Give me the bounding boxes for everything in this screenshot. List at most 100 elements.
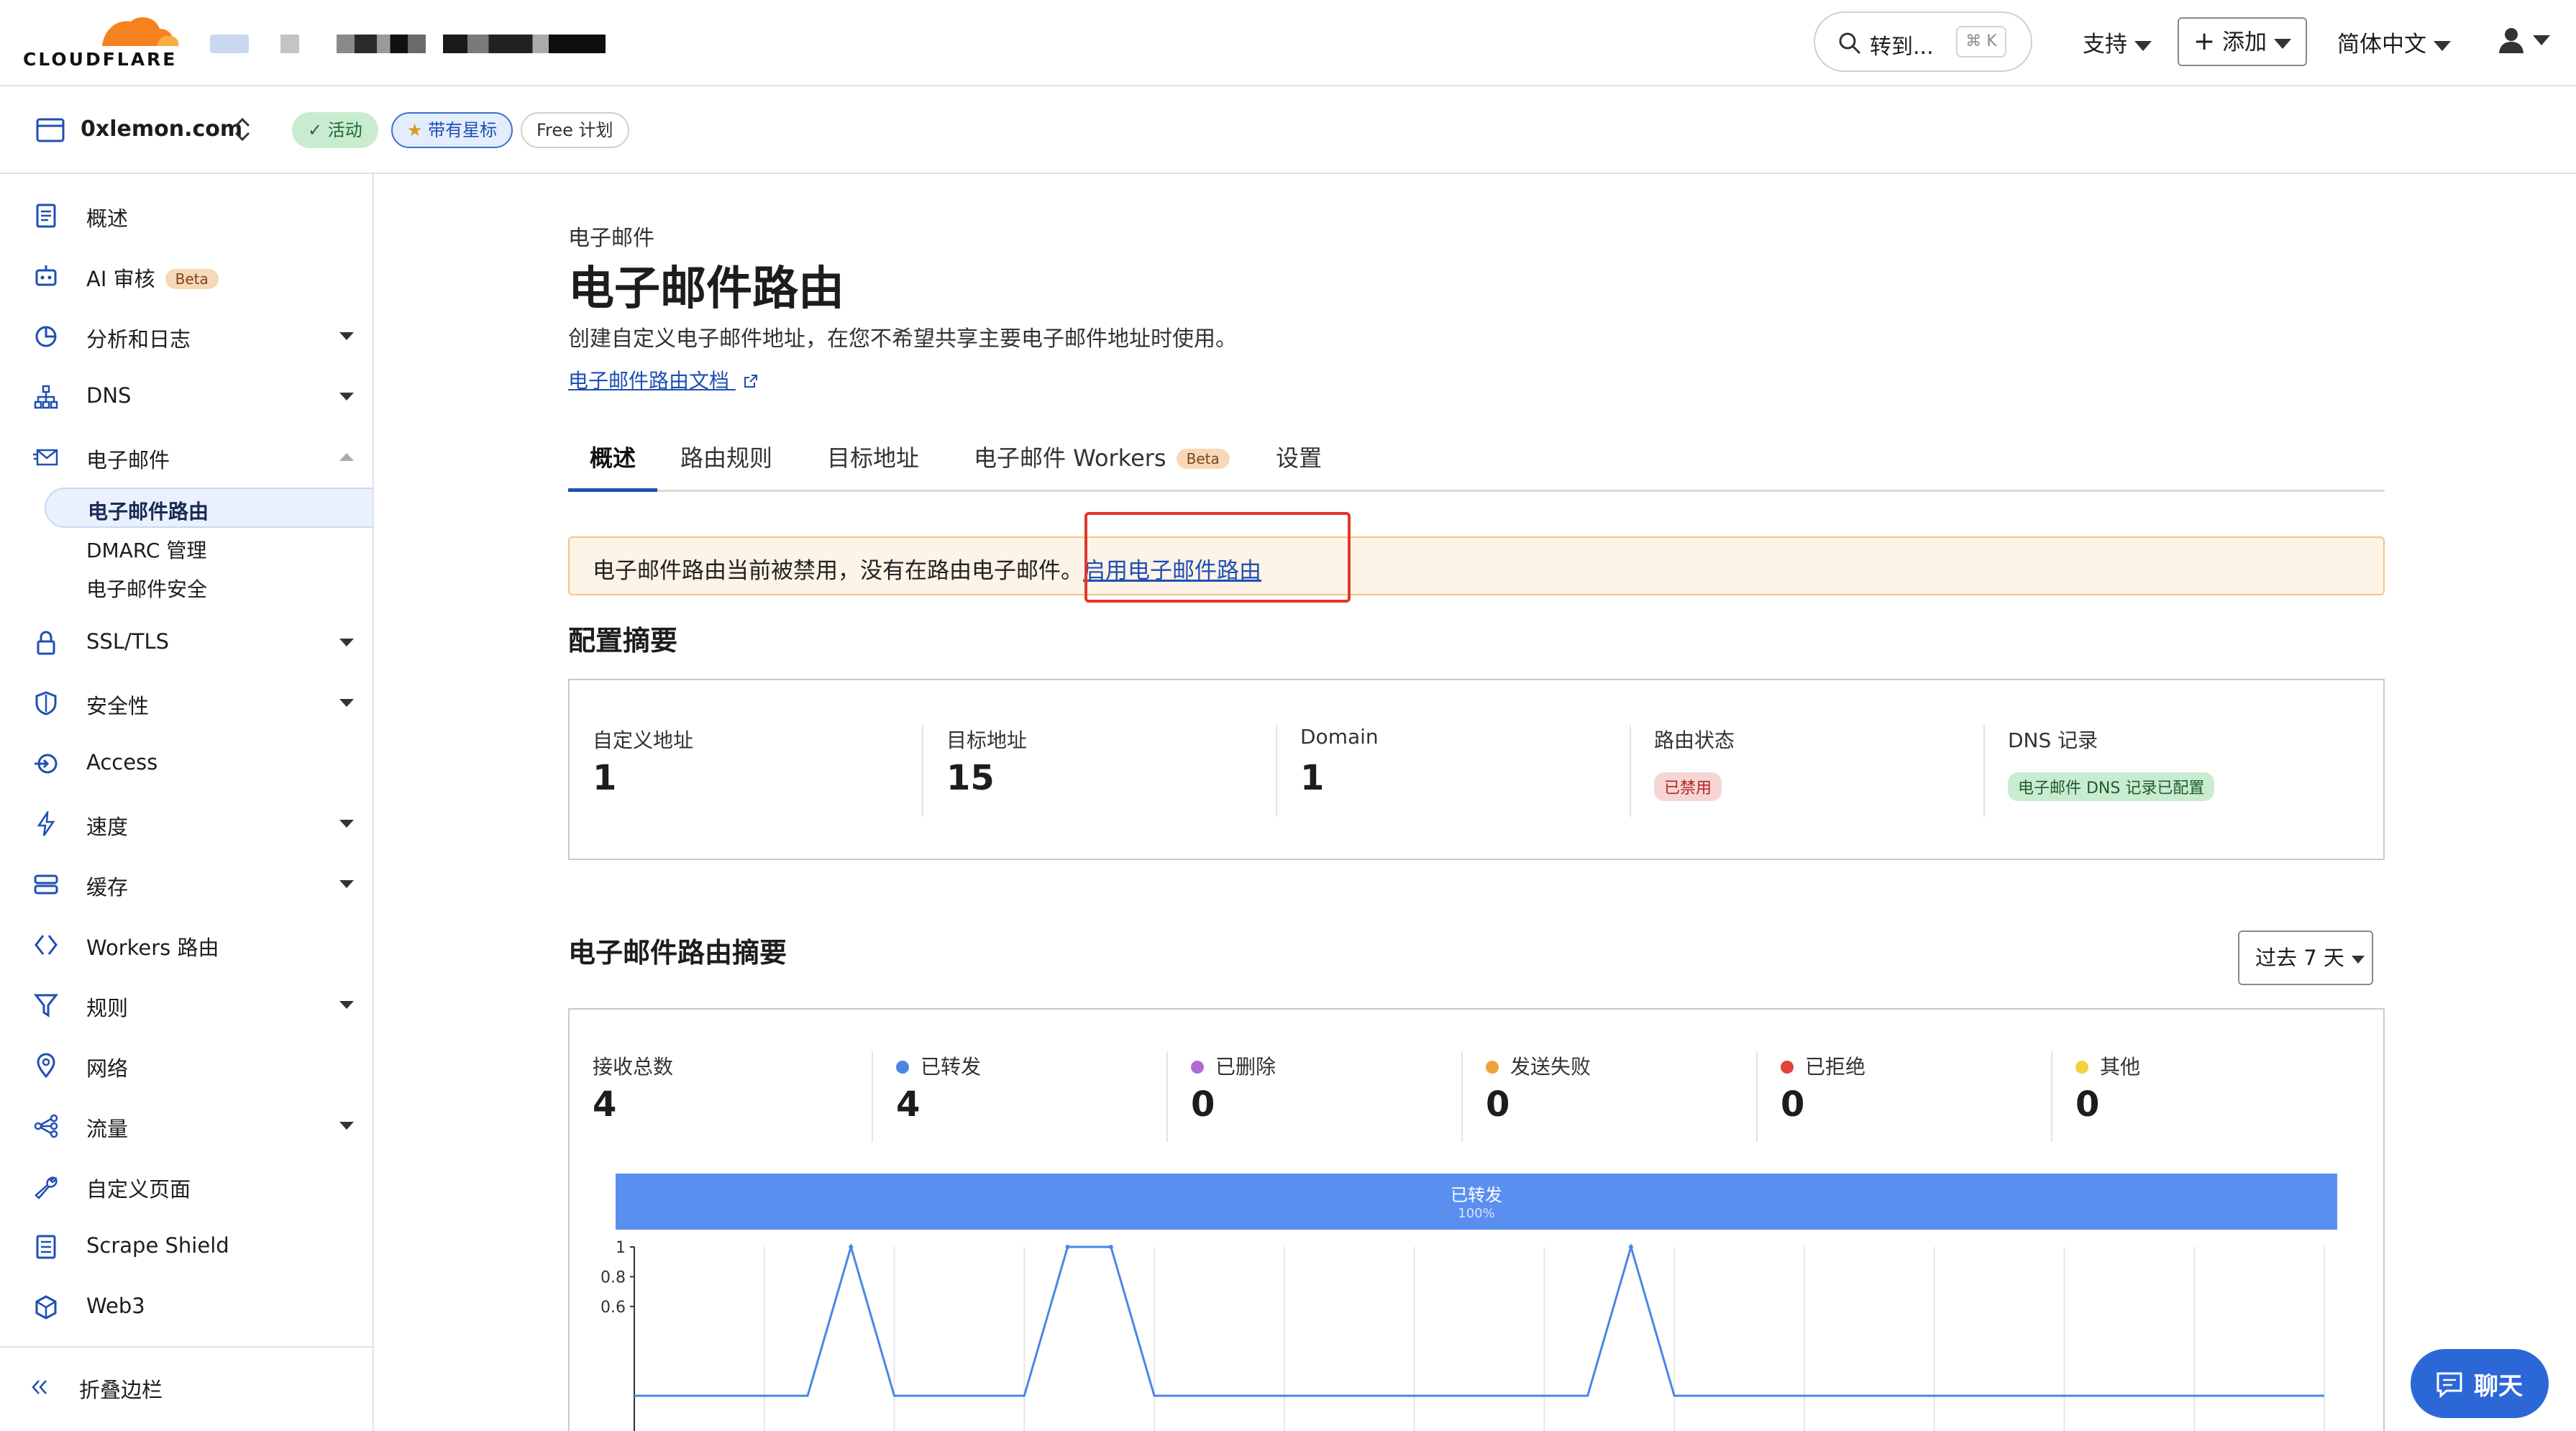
sidebar-subitem-label: 电子邮件安全 <box>86 577 208 601</box>
chart-y-tick-label: 0.8 <box>600 1268 626 1286</box>
docs-link-label: 电子邮件路由文档 <box>568 369 730 393</box>
page-subtitle: 创建自定义电子邮件地址，在您不希望共享主要电子邮件地址时使用。 <box>568 326 1237 352</box>
sidebar-subitem-email-security[interactable]: 电子邮件安全 <box>45 567 373 607</box>
tab-bar: 概述 路由规则 目标地址 电子邮件 Workers Beta 设置 <box>568 426 2385 492</box>
forwarded-share-bar[interactable]: 已转发 100% <box>616 1174 2337 1230</box>
config-routing-status: 路由状态 已禁用 <box>1630 725 1982 817</box>
sidebar-item-label: 电子邮件 <box>86 448 170 472</box>
routing-summary-title: 电子邮件路由摘要 <box>568 937 787 969</box>
sidebar-item-label: 规则 <box>86 996 129 1020</box>
sidebar-item-network[interactable]: 网络 <box>0 1043 373 1087</box>
sidebar-item-access[interactable]: Access <box>0 741 373 785</box>
stat-label: 已删除 <box>1215 1055 1276 1079</box>
config-label: DNS 记录 <box>2008 728 2098 752</box>
tab-destination-addresses[interactable]: 目标地址 <box>827 426 919 492</box>
add-button[interactable]: + 添加 <box>2178 17 2307 66</box>
tab-settings[interactable]: 设置 <box>1276 426 1322 492</box>
share-bar-label: 已转发 <box>1451 1185 1502 1205</box>
cloudflare-logo[interactable]: CLOUDFLARE <box>23 10 181 72</box>
sidebar-item-label: Workers 路由 <box>86 936 219 960</box>
account-name-redacted <box>280 35 299 53</box>
sidebar-item-label: 概述 <box>86 206 129 231</box>
sidebar-item-analytics[interactable]: 分析和日志 <box>0 314 373 358</box>
stat-received: 接收总数 4 <box>570 1051 864 1142</box>
stat-value: 0 <box>1781 1084 1805 1125</box>
stat-value: 4 <box>593 1084 617 1125</box>
config-label: 路由状态 <box>1654 728 1735 752</box>
sidebar-item-label: 分析和日志 <box>86 327 191 352</box>
chevron-down-icon <box>339 332 354 340</box>
legend-dot <box>2075 1061 2088 1074</box>
sidebar-item-security[interactable]: 安全性 <box>0 680 373 725</box>
tab-routing-rules[interactable]: 路由规则 <box>680 426 772 492</box>
active-status-badge: ✓ 活动 <box>292 112 378 148</box>
sidebar-item-overview[interactable]: 概述 <box>0 193 373 237</box>
chart-data-point[interactable] <box>849 1245 854 1249</box>
zone-switcher-icon[interactable] <box>232 115 253 144</box>
time-range-label: 过去 7 天 <box>2255 946 2344 970</box>
stat-value: 0 <box>1486 1084 1510 1125</box>
config-label: Domain <box>1300 725 1379 749</box>
support-menu[interactable]: 支持 <box>2083 26 2152 58</box>
tab-label: 设置 <box>1276 444 1323 472</box>
collapse-label: 折叠边栏 <box>79 1378 163 1402</box>
sidebar-item-custom-pages[interactable]: 自定义页面 <box>0 1163 373 1208</box>
mail-icon <box>33 449 58 466</box>
sidebar-item-dns[interactable]: DNS <box>0 374 373 419</box>
chart-data-point[interactable] <box>1108 1245 1113 1249</box>
plan-badge[interactable]: Free 计划 <box>521 112 629 148</box>
chevron-down-icon <box>339 699 354 707</box>
chevron-down-icon <box>339 1001 354 1009</box>
sidebar-item-label: Scrape Shield <box>86 1233 229 1258</box>
chevron-down-icon <box>339 880 354 888</box>
chat-label: 聊天 <box>2474 1372 2523 1401</box>
stat-dropped: 已删除 0 <box>1166 1051 1461 1142</box>
sidebar-item-email[interactable]: 电子邮件 <box>0 434 373 479</box>
sidebar-item-ssl[interactable]: SSL/TLS <box>0 620 373 664</box>
chart-series-line[interactable] <box>634 1243 2324 1397</box>
sidebar-subitem-email-routing[interactable]: 电子邮件路由 <box>45 488 373 528</box>
config-domain: Domain 1 <box>1276 725 1628 817</box>
chart-data-point[interactable] <box>1065 1245 1070 1249</box>
share-bar-percent: 100% <box>1458 1206 1495 1221</box>
sidebar-item-label: DNS <box>86 383 132 408</box>
sidebar-subitem-dmarc[interactable]: DMARC 管理 <box>45 528 373 568</box>
sidebar-item-cache[interactable]: 缓存 <box>0 861 373 906</box>
routing-line-chart: 1 0.8 0.6 <box>600 1240 2325 1431</box>
funnel-icon <box>33 994 59 1018</box>
tab-overview[interactable]: 概述 <box>568 426 658 492</box>
collapse-sidebar-button[interactable]: 折叠边栏 <box>0 1365 373 1409</box>
sidebar-item-scrape-shield[interactable]: Scrape Shield <box>0 1224 373 1268</box>
location-icon <box>37 1053 55 1079</box>
sidebar-item-workers-routes[interactable]: Workers 路由 <box>0 922 373 966</box>
tab-email-workers[interactable]: 电子邮件 Workers Beta <box>974 426 1230 492</box>
time-range-select[interactable]: 过去 7 天 <box>2238 931 2373 985</box>
beta-badge: Beta <box>165 269 219 289</box>
sidebar-item-web3[interactable]: Web3 <box>0 1284 373 1329</box>
tab-label: 目标地址 <box>827 444 920 472</box>
sidebar-item-rules[interactable]: 规则 <box>0 982 373 1027</box>
plus-icon: + <box>2193 27 2216 56</box>
sidebar-item-speed[interactable]: 速度 <box>0 801 373 846</box>
beta-badge: Beta <box>1176 449 1230 469</box>
chat-button[interactable]: 聊天 <box>2411 1349 2549 1418</box>
sidebar-item-ai-audit[interactable]: AI 审核 Beta <box>0 253 373 298</box>
language-menu[interactable]: 简体中文 <box>2337 26 2451 58</box>
zone-name[interactable]: 0xlemon.com <box>81 116 242 142</box>
sidebar-item-traffic[interactable]: 流量 <box>0 1103 373 1148</box>
add-label: 添加 <box>2222 29 2267 55</box>
stat-label: 发送失败 <box>1510 1055 1591 1079</box>
chart-data-point[interactable] <box>1628 1245 1633 1249</box>
user-menu[interactable] <box>2497 26 2550 55</box>
shield-icon <box>35 691 57 716</box>
web3-icon <box>35 1295 57 1320</box>
chevron-down-icon <box>2134 40 2152 51</box>
stat-forwarded: 已转发 4 <box>872 1051 1166 1142</box>
warning-alert: 电子邮件路由当前被禁用，没有在路由电子邮件。启用电子邮件路由 <box>568 536 2385 595</box>
quick-search-button[interactable]: 转到... ⌘ K <box>1814 12 2032 72</box>
starred-badge[interactable]: ★ 带有星标 <box>391 112 513 148</box>
docs-link[interactable]: 电子邮件路由文档 <box>568 365 759 394</box>
highlight-annotation-box <box>1084 512 1351 603</box>
stat-label: 已拒绝 <box>1805 1055 1866 1079</box>
config-label: 自定义地址 <box>593 728 694 752</box>
